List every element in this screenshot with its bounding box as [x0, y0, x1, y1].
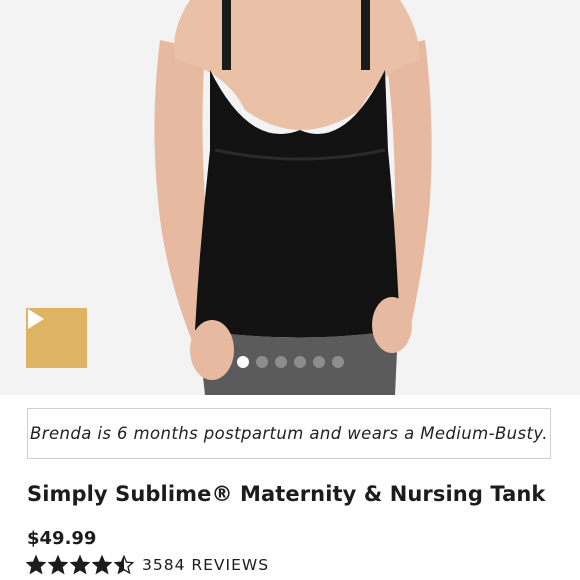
star-full-icon [70, 555, 90, 575]
model-size-caption: Brenda is 6 months postpartum and wears … [27, 408, 551, 459]
play-icon [28, 309, 44, 329]
gallery-dot-6[interactable] [331, 356, 344, 368]
reviews-count[interactable]: 3584 REVIEWS [142, 556, 269, 574]
caption-text: Brenda is 6 months postpartum and wears … [30, 424, 548, 443]
star-full-icon [26, 555, 46, 575]
product-photo [0, 0, 580, 395]
product-price: $49.99 [27, 528, 97, 549]
gallery-pagination [0, 356, 580, 368]
star-rating [26, 555, 134, 575]
star-half-icon [114, 555, 134, 575]
gallery-dot-1[interactable] [236, 356, 249, 368]
gallery-dot-5[interactable] [312, 356, 325, 368]
gallery-dot-2[interactable] [255, 356, 268, 368]
product-image-gallery[interactable] [0, 0, 580, 395]
star-full-icon [92, 555, 112, 575]
product-title: Simply Sublime® Maternity & Nursing Tank [27, 482, 546, 506]
gallery-dot-4[interactable] [293, 356, 306, 368]
gallery-dot-3[interactable] [274, 356, 287, 368]
star-full-icon [48, 555, 68, 575]
rating-summary[interactable]: 3584 REVIEWS [26, 553, 269, 577]
